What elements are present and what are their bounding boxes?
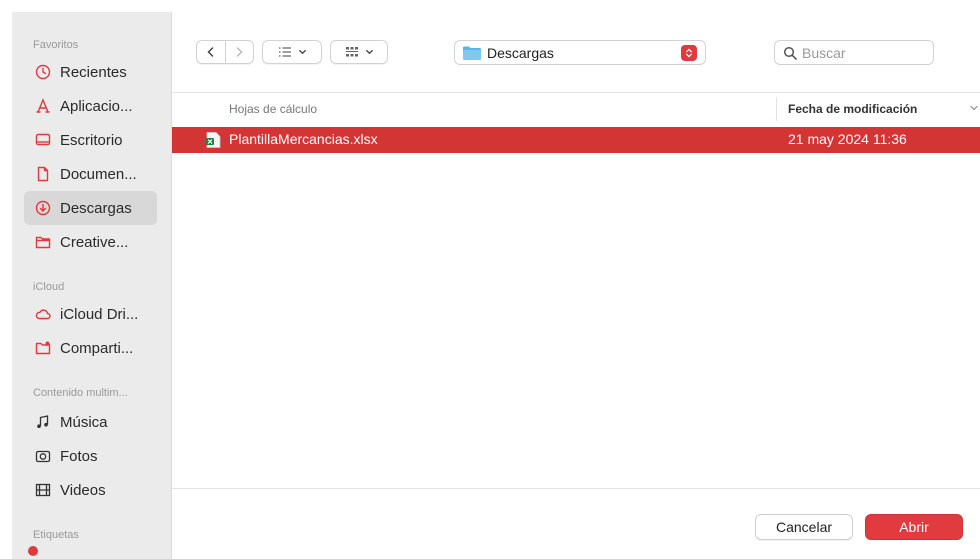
sidebar-item-applications[interactable]: Aplicacio...	[24, 89, 157, 123]
sidebar-item-label: Escritorio	[60, 131, 123, 149]
sidebar-item-music[interactable]: Música	[24, 405, 157, 439]
column-divider	[776, 97, 777, 121]
sidebar-item-shared[interactable]: Comparti...	[24, 331, 157, 365]
open-button[interactable]: Abrir	[865, 514, 963, 540]
sidebar-item-label: Creative...	[60, 233, 129, 251]
sidebar-item-label: Música	[60, 413, 108, 431]
tag-red-dot[interactable]	[28, 546, 38, 556]
cloud-icon	[34, 305, 52, 323]
location-popup[interactable]: Descargas	[454, 40, 706, 65]
list-view-button[interactable]	[262, 40, 322, 64]
grid-view-button[interactable]	[330, 40, 388, 64]
sidebar-item-label: Aplicacio...	[60, 97, 133, 115]
sidebar-item-label: Descargas	[60, 199, 132, 217]
section-title-favorites: Favoritos	[33, 39, 79, 51]
clock-icon	[34, 63, 52, 81]
search-field[interactable]: Buscar	[774, 40, 934, 65]
sidebar-item-videos[interactable]: Videos	[24, 473, 157, 507]
desktop-icon	[34, 131, 52, 149]
popup-arrows-icon	[681, 45, 697, 61]
film-icon	[34, 481, 52, 499]
chevron-right-icon	[237, 47, 244, 57]
section-title-icloud: iCloud	[33, 281, 65, 293]
bottom-bar: Cancelar Abrir	[172, 488, 980, 559]
section-title-media: Contenido multim...	[33, 387, 128, 399]
table-row[interactable]: PlantillaMercancias.xlsx 21 may 2024 11:…	[172, 127, 980, 153]
forward-button[interactable]	[224, 41, 253, 63]
music-icon	[34, 413, 52, 431]
location-label: Descargas	[487, 44, 554, 61]
sidebar-item-desktop[interactable]: Escritorio	[24, 123, 157, 157]
chevron-left-icon	[207, 47, 214, 57]
grid-icon	[345, 47, 358, 57]
list-icon	[278, 47, 291, 57]
download-icon	[34, 199, 52, 217]
cancel-button[interactable]: Cancelar	[755, 514, 853, 540]
file-date: 21 may 2024 11:36	[788, 131, 907, 147]
sidebar-item-creative[interactable]: Creative...	[24, 225, 157, 259]
sidebar-item-icloud-drive[interactable]: iCloud Dri...	[24, 297, 157, 331]
camera-icon	[34, 447, 52, 465]
spreadsheet-file-icon	[206, 132, 221, 148]
file-name: PlantillaMercancias.xlsx	[229, 131, 378, 147]
sidebar: Favoritos Recientes Aplicacio... Escrito…	[12, 12, 172, 559]
sidebar-item-label: Recientes	[60, 63, 127, 81]
folder-icon	[34, 233, 52, 251]
column-date-header[interactable]: Fecha de modificación	[788, 102, 917, 116]
sidebar-item-recents[interactable]: Recientes	[24, 55, 157, 89]
section-title-tags: Etiquetas	[33, 529, 79, 541]
search-icon	[783, 46, 797, 60]
sidebar-item-label: Fotos	[60, 447, 98, 465]
applications-icon	[34, 97, 52, 115]
back-button[interactable]	[197, 41, 225, 63]
downloads-folder-icon	[463, 46, 481, 60]
sort-chevron-icon	[970, 105, 978, 111]
document-icon	[34, 165, 52, 183]
chevron-down-icon	[298, 49, 306, 55]
search-placeholder: Buscar	[802, 44, 846, 61]
toolbar: Descargas Buscar	[172, 12, 980, 92]
sidebar-item-photos[interactable]: Fotos	[24, 439, 157, 473]
sidebar-item-downloads[interactable]: Descargas	[24, 191, 157, 225]
sidebar-item-label: Videos	[60, 481, 106, 499]
sidebar-item-documents[interactable]: Documen...	[24, 157, 157, 191]
sidebar-item-label: Documen...	[60, 165, 137, 183]
navigation-buttons	[196, 40, 254, 64]
file-list: Hojas de cálculo Fecha de modificación P…	[172, 92, 980, 488]
open-file-dialog: Favoritos Recientes Aplicacio... Escrito…	[0, 0, 980, 559]
chevron-down-icon	[365, 49, 373, 55]
shared-folder-icon	[34, 339, 52, 357]
column-name-header[interactable]: Hojas de cálculo	[229, 102, 317, 116]
sidebar-item-label: iCloud Dri...	[60, 305, 139, 323]
sidebar-item-label: Comparti...	[60, 339, 134, 357]
column-header: Hojas de cálculo Fecha de modificación	[172, 93, 980, 125]
